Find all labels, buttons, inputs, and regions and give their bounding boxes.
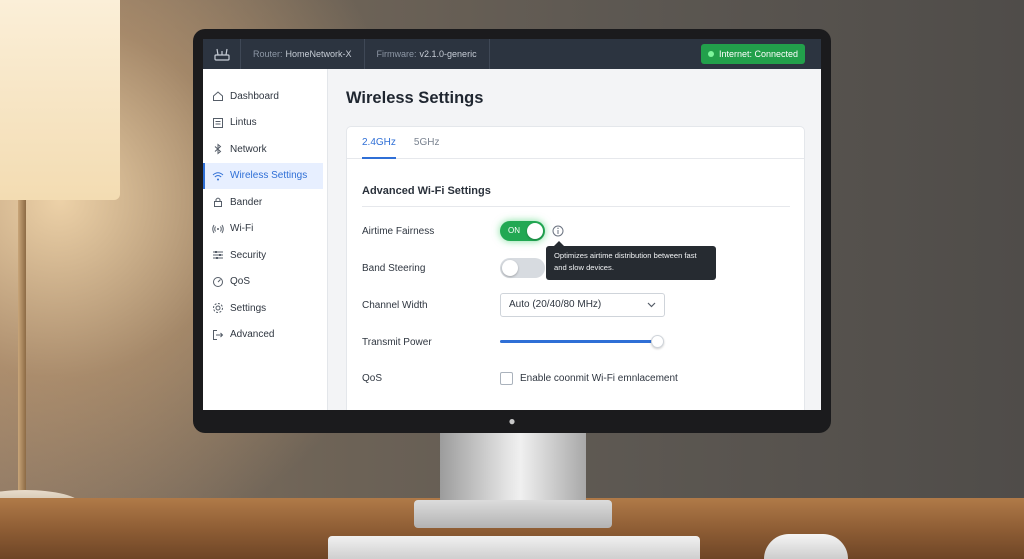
internet-status-badge: Internet: Connected: [700, 44, 805, 64]
band-steering-label: Band Steering: [362, 263, 426, 274]
router-admin-screen: Router: HomeNetwork-X Firmware: v2.1.0-gen…: [203, 39, 821, 410]
qos-checkbox[interactable]: [500, 372, 513, 385]
sidebar-item-qos[interactable]: QoS: [203, 269, 327, 296]
channel-width-label: Channel Width: [362, 300, 428, 311]
band-tabs: 2.4GHz 5GHz: [347, 127, 804, 159]
chevron-down-icon: [647, 294, 656, 325]
toggle-knob: [527, 223, 543, 239]
lamp-pole: [18, 200, 26, 500]
transmit-power-label: Transmit Power: [362, 337, 432, 348]
airtime-fairness-tooltip: Optimizes airtime distribution between f…: [546, 241, 716, 280]
page-title: Wireless Settings: [346, 89, 484, 107]
sidebar-item-security[interactable]: Security: [203, 242, 327, 269]
qos-label: QoS: [362, 373, 383, 384]
info-icon[interactable]: [552, 225, 564, 237]
home-icon: [213, 91, 223, 102]
gear-icon: [213, 303, 223, 314]
airtime-fairness-toggle[interactable]: ON: [500, 221, 545, 241]
airtime-fairness-label: Airtime Fairness: [362, 226, 435, 237]
status-dot-icon: [707, 51, 714, 57]
apple-logo-icon: ●: [508, 414, 516, 428]
slider-fill: [500, 340, 657, 343]
sidebar-item-wi-fi[interactable]: Wi-Fi: [203, 216, 327, 243]
sliders-icon: [213, 251, 223, 260]
bluetooth-icon: [214, 143, 222, 155]
slider-thumb[interactable]: [650, 335, 664, 348]
tab-5ghz[interactable]: 5GHz: [414, 127, 440, 159]
main-content: Wireless Settings 2.4GHz 5GHz Advanced W…: [329, 69, 821, 410]
channel-width-select[interactable]: Auto (20/40/80 MHz): [500, 293, 665, 317]
settings-card: 2.4GHz 5GHz Advanced Wi-Fi Settings Airt…: [346, 126, 805, 410]
signal-icon: [212, 224, 224, 234]
sidebar-item-network[interactable]: Network: [203, 136, 327, 163]
sidebar-item-lintus[interactable]: Lintus: [203, 110, 327, 137]
sidebar-item-advanced[interactable]: Advanced: [203, 322, 327, 349]
lock-icon: [214, 197, 222, 208]
router-logo-icon: [203, 39, 241, 69]
tab-2-4ghz[interactable]: 2.4GHz: [362, 127, 396, 159]
sidebar-item-bander[interactable]: Bander: [203, 189, 327, 216]
band-steering-toggle[interactable]: [500, 258, 545, 278]
toggle-knob: [502, 260, 518, 276]
mouse: [764, 534, 848, 559]
lamp-shade: [0, 0, 120, 200]
qos-checkbox-label: Enable coonmit Wi-Fi emnlacement: [520, 373, 678, 384]
transmit-power-slider[interactable]: [500, 335, 664, 348]
list-icon: [213, 117, 223, 128]
top-bar: Router: HomeNetwork-X Firmware: v2.1.0-gen…: [203, 39, 821, 69]
monitor-stand-foot: [414, 500, 612, 528]
wifi-icon: [212, 172, 224, 181]
gauge-icon: [213, 276, 223, 287]
section-title: Advanced Wi-Fi Settings: [362, 185, 491, 197]
sidebar-item-wireless-settings[interactable]: Wireless Settings: [203, 162, 323, 189]
sidebar-item-settings[interactable]: Settings: [203, 295, 327, 322]
logout-icon: [213, 329, 224, 340]
section-divider: [362, 206, 790, 207]
monitor-stand: [440, 430, 586, 505]
sidebar-item-dashboard[interactable]: Dashboard: [203, 83, 327, 110]
firmware-version: Firmware: v2.1.0-generic: [365, 39, 490, 69]
keyboard: [328, 536, 700, 559]
router-name: Router: HomeNetwork-X: [241, 39, 365, 69]
sidebar: Dashboard Lintus Network Wireless Settin…: [203, 69, 328, 410]
